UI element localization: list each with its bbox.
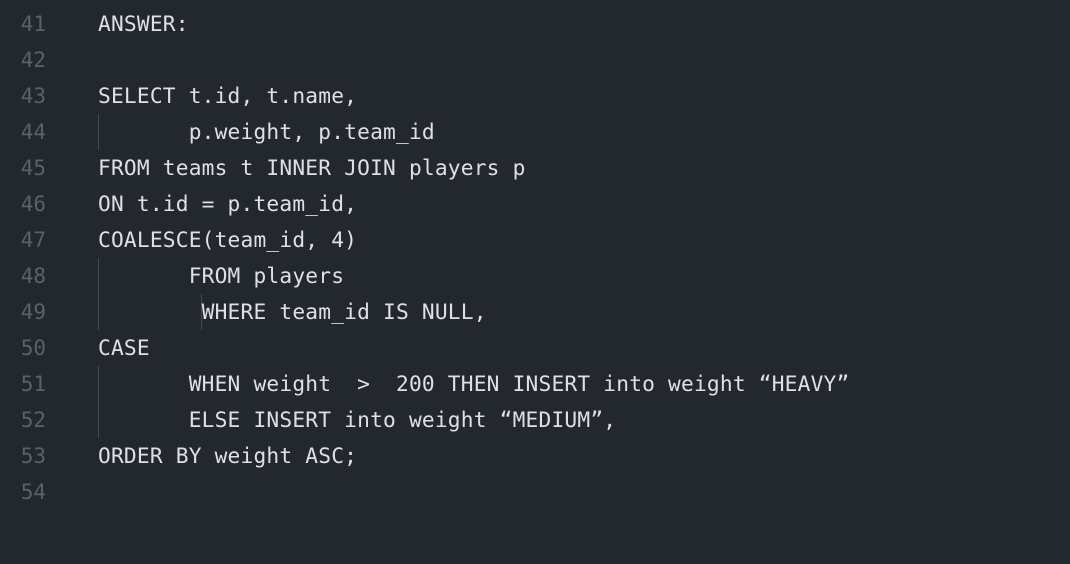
line-number: 42 [20, 48, 46, 72]
code-line[interactable]: 45 FROM teams t INNER JOIN players p [0, 150, 1070, 186]
code-text[interactable]: p.weight, p.team_id [98, 114, 435, 150]
line-number: 52 [20, 408, 46, 432]
line-number: 47 [20, 228, 46, 252]
code-text[interactable]: ANSWER: [98, 6, 189, 42]
line-number: 41 [20, 12, 46, 36]
code-text[interactable]: ORDER BY weight ASC; [98, 438, 357, 474]
code-line[interactable]: 50 CASE [0, 330, 1070, 366]
code-text[interactable]: WHERE team_id IS NULL, [98, 294, 487, 330]
code-line[interactable]: 51 WHEN weight > 200 THEN INSERT into we… [0, 366, 1070, 402]
code-text[interactable]: ON t.id = p.team_id, [98, 186, 357, 222]
code-text[interactable]: CASE [98, 330, 150, 366]
code-text[interactable]: FROM teams t INNER JOIN players p [98, 150, 526, 186]
code-line[interactable]: 46 ON t.id = p.team_id, [0, 186, 1070, 222]
code-line[interactable]: 54 [0, 474, 1070, 510]
line-number: 44 [20, 120, 46, 144]
code-line[interactable]: 41 ANSWER: [0, 6, 1070, 42]
code-text[interactable]: FROM players [98, 258, 344, 294]
code-line[interactable]: 42 [0, 42, 1070, 78]
line-number: 53 [20, 444, 46, 468]
code-text[interactable]: WHEN weight > 200 THEN INSERT into weigh… [98, 366, 850, 402]
code-line[interactable]: 47 COALESCE(team_id, 4) [0, 222, 1070, 258]
code-line[interactable]: 44 p.weight, p.team_id [0, 114, 1070, 150]
code-editor[interactable]: 41 ANSWER: 42 43 SELECT t.id, t.name, 44… [0, 0, 1070, 564]
line-number: 46 [20, 192, 46, 216]
line-number: 49 [20, 300, 46, 324]
code-text[interactable]: ELSE INSERT into weight “MEDIUM”, [98, 402, 616, 438]
code-line[interactable]: 52 ELSE INSERT into weight “MEDIUM”, [0, 402, 1070, 438]
code-line[interactable]: 53 ORDER BY weight ASC; [0, 438, 1070, 474]
line-number: 48 [20, 264, 46, 288]
line-number: 54 [20, 480, 46, 504]
line-number: 51 [20, 372, 46, 396]
code-line[interactable]: 48 FROM players [0, 258, 1070, 294]
line-number: 45 [20, 156, 46, 180]
code-text[interactable]: COALESCE(team_id, 4) [98, 222, 357, 258]
line-number: 50 [20, 336, 46, 360]
line-number: 43 [20, 84, 46, 108]
code-line[interactable]: 49 WHERE team_id IS NULL, [0, 294, 1070, 330]
code-text[interactable]: SELECT t.id, t.name, [98, 78, 357, 114]
code-line[interactable]: 43 SELECT t.id, t.name, [0, 78, 1070, 114]
